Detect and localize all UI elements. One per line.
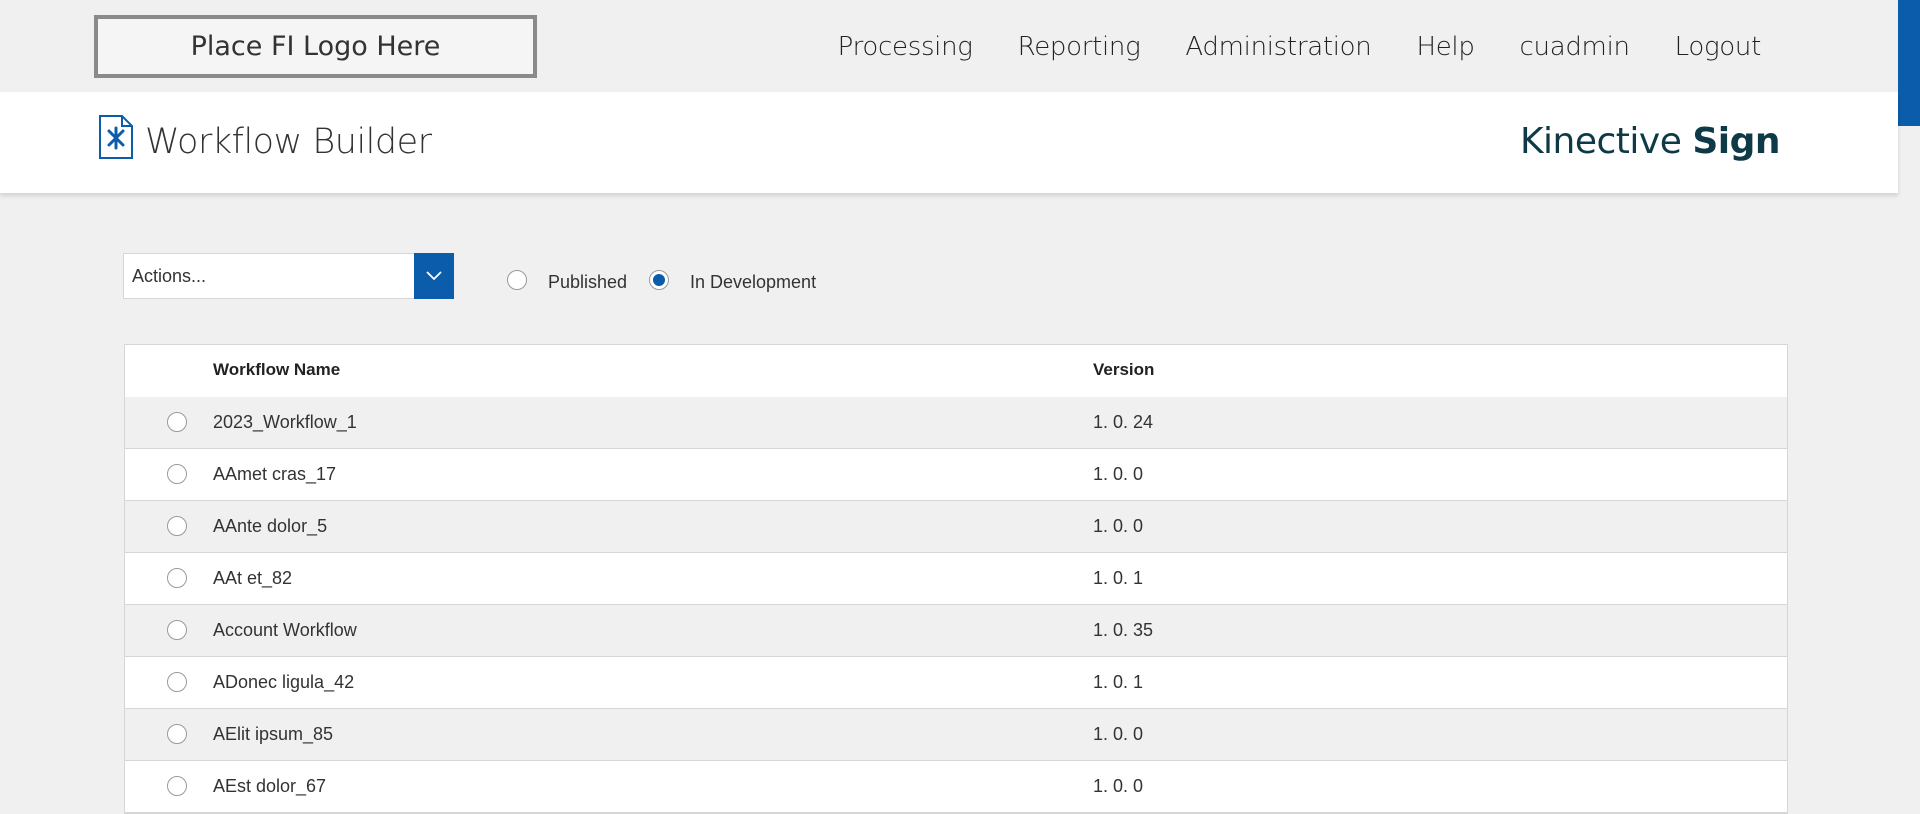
in-development-radio[interactable] bbox=[649, 270, 669, 290]
brand-name-bold: Sign bbox=[1692, 121, 1780, 162]
table-row[interactable]: AAnte dolor_5 1. 0. 0 bbox=[125, 501, 1787, 553]
chevron-down-icon bbox=[426, 271, 442, 281]
page-title-bar: Workflow Builder Kinective Sign bbox=[0, 92, 1898, 193]
row-select-radio[interactable] bbox=[167, 672, 187, 692]
actions-dropdown-value: Actions... bbox=[132, 266, 207, 286]
nav-administration[interactable]: Administration bbox=[1185, 32, 1371, 62]
row-select-radio[interactable] bbox=[167, 620, 187, 640]
table-row[interactable]: AEst dolor_67 1. 0. 0 bbox=[125, 761, 1787, 813]
workflow-name: 2023_Workflow_1 bbox=[213, 412, 357, 432]
workflow-name: AAt et_82 bbox=[213, 568, 293, 588]
top-bar: Place FI Logo Here Processing Reporting … bbox=[0, 0, 1898, 92]
nav-logout[interactable]: Logout bbox=[1675, 32, 1762, 62]
workflow-table: Workflow Name Version 2023_Workflow_1 1.… bbox=[124, 344, 1788, 814]
brand-name: Kinective Sign bbox=[1519, 121, 1781, 162]
in-development-label: In Development bbox=[690, 272, 817, 292]
page-title: Workflow Builder bbox=[145, 122, 432, 162]
row-select-radio[interactable] bbox=[167, 464, 187, 484]
workflow-document-icon bbox=[99, 115, 133, 159]
nav-processing[interactable]: Processing bbox=[838, 32, 973, 62]
nav-help[interactable]: Help bbox=[1416, 32, 1474, 62]
row-select-radio[interactable] bbox=[167, 776, 187, 796]
row-select-radio[interactable] bbox=[167, 568, 187, 588]
actions-dropdown-toggle[interactable] bbox=[414, 253, 454, 299]
table-row[interactable]: Account Workflow 1. 0. 35 bbox=[125, 605, 1787, 657]
workflow-version: 1. 0. 0 bbox=[1093, 464, 1144, 484]
nav-reporting[interactable]: Reporting bbox=[1018, 32, 1141, 62]
scrollbar-thumb[interactable] bbox=[1898, 0, 1920, 126]
table-header: Workflow Name Version bbox=[125, 345, 1787, 398]
table-row[interactable]: AElit ipsum_85 1. 0. 0 bbox=[125, 709, 1787, 761]
brand-name-light: Kinective bbox=[1519, 121, 1693, 162]
workflow-version: 1. 0. 1 bbox=[1093, 568, 1144, 588]
workflow-name: AEst dolor_67 bbox=[213, 776, 327, 796]
workflow-version: 1. 0. 0 bbox=[1093, 516, 1144, 536]
table-row[interactable]: AAt et_82 1. 0. 1 bbox=[125, 553, 1787, 605]
column-header-version[interactable]: Version bbox=[1093, 360, 1154, 380]
workflow-version: 1. 0. 0 bbox=[1093, 776, 1144, 796]
workflow-version: 1. 0. 1 bbox=[1093, 672, 1144, 692]
nav-user-account[interactable]: cuadmin bbox=[1520, 32, 1630, 62]
published-radio[interactable] bbox=[507, 270, 527, 290]
actions-dropdown[interactable]: Actions... bbox=[123, 253, 454, 299]
table-row[interactable]: ADonec ligula_42 1. 0. 1 bbox=[125, 657, 1787, 709]
main-nav: Processing Reporting Administration Help… bbox=[838, 32, 1762, 62]
workflow-version: 1. 0. 35 bbox=[1093, 620, 1154, 640]
fi-logo-placeholder: Place FI Logo Here bbox=[94, 15, 537, 78]
published-label: Published bbox=[548, 272, 628, 292]
row-select-radio[interactable] bbox=[167, 412, 187, 432]
workflow-name: AAmet cras_17 bbox=[213, 464, 337, 484]
logo-text: Place FI Logo Here bbox=[190, 31, 441, 62]
table-row[interactable]: AAmet cras_17 1. 0. 0 bbox=[125, 449, 1787, 501]
workflow-name: Account Workflow bbox=[213, 620, 357, 640]
workflow-name: ADonec ligula_42 bbox=[213, 672, 355, 692]
workflow-name: AElit ipsum_85 bbox=[213, 724, 334, 744]
row-select-radio[interactable] bbox=[167, 516, 187, 536]
row-select-radio[interactable] bbox=[167, 724, 187, 744]
workflow-version: 1. 0. 24 bbox=[1093, 412, 1154, 432]
column-header-workflow-name[interactable]: Workflow Name bbox=[213, 360, 340, 380]
workflow-name: AAnte dolor_5 bbox=[213, 516, 328, 536]
workflow-version: 1. 0. 0 bbox=[1093, 724, 1144, 744]
table-row[interactable]: 2023_Workflow_1 1. 0. 24 bbox=[125, 397, 1787, 449]
